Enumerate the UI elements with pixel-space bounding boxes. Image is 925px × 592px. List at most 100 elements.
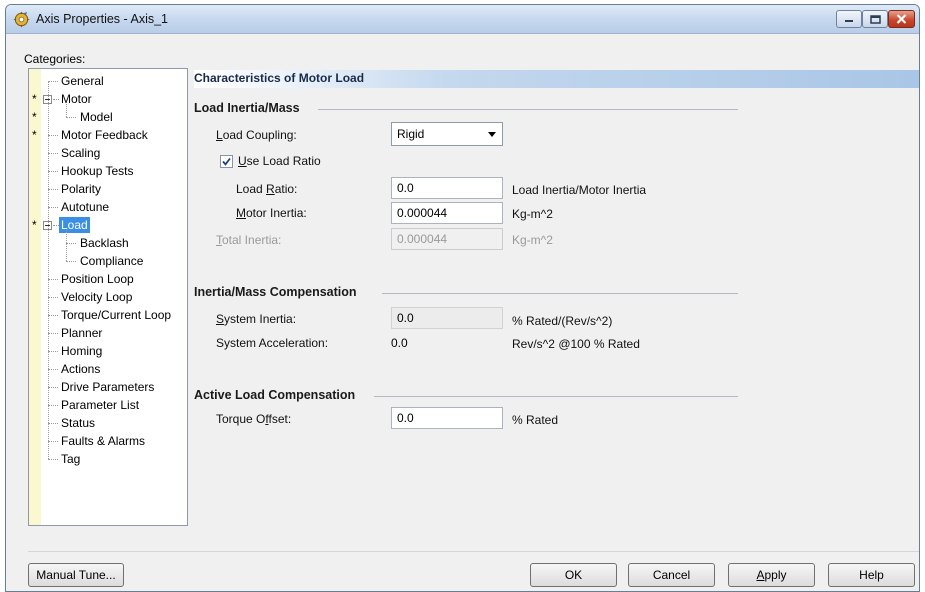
tree-item-torque-current-loop[interactable]: Torque/Current Loop bbox=[29, 306, 187, 324]
tree-item-autotune[interactable]: Autotune bbox=[29, 198, 187, 216]
load-coupling-label: Load Coupling: bbox=[216, 128, 297, 142]
panel-header-title: Characteristics of Motor Load bbox=[194, 71, 365, 85]
ok-button[interactable]: OK bbox=[530, 563, 617, 587]
tree-item-label: Backlash bbox=[80, 236, 129, 250]
required-marker: * bbox=[32, 218, 37, 232]
active-load-divider bbox=[374, 396, 738, 397]
tree-item-general[interactable]: General bbox=[29, 72, 187, 90]
tree-item-drive-parameters[interactable]: Drive Parameters bbox=[29, 378, 187, 396]
tree-item-tag[interactable]: Tag bbox=[29, 450, 187, 468]
manual-tune-button[interactable]: Manual Tune... bbox=[28, 563, 124, 587]
tree-connector bbox=[48, 153, 58, 154]
tree-branch-line bbox=[66, 104, 67, 117]
tree-item-motor[interactable]: * Motor bbox=[29, 90, 187, 108]
system-acceleration-value: 0.0 bbox=[391, 336, 408, 350]
total-inertia-unit: Kg-m^2 bbox=[512, 233, 553, 247]
tree-connector bbox=[48, 423, 58, 424]
panel-header: Characteristics of Motor Load bbox=[194, 70, 919, 88]
tree-item-label: Homing bbox=[61, 344, 103, 358]
tree-item-backlash[interactable]: Backlash bbox=[29, 234, 187, 252]
tree-item-label: Status bbox=[61, 416, 96, 430]
tree-item-motor-feedback[interactable]: * Motor Feedback bbox=[29, 126, 187, 144]
torque-offset-label: Torque Offset: bbox=[216, 412, 292, 426]
tree-connector bbox=[48, 459, 58, 460]
cancel-button[interactable]: Cancel bbox=[628, 563, 715, 587]
tree-item-compliance[interactable]: Compliance bbox=[29, 252, 187, 270]
tree-item-polarity[interactable]: Polarity bbox=[29, 180, 187, 198]
tree-item-label: Scaling bbox=[61, 146, 101, 160]
minimize-button[interactable] bbox=[836, 10, 862, 28]
motor-inertia-unit: Kg-m^2 bbox=[512, 207, 553, 221]
tree-item-scaling[interactable]: Scaling bbox=[29, 144, 187, 162]
system-inertia-label: System Inertia: bbox=[216, 312, 297, 326]
torque-offset-input[interactable]: 0.0 bbox=[391, 407, 503, 429]
required-marker: * bbox=[32, 92, 37, 106]
total-inertia-label: Total Inertia: bbox=[216, 233, 282, 247]
system-acceleration-label: System Acceleration: bbox=[216, 336, 329, 350]
load-ratio-unit: Load Inertia/Motor Inertia bbox=[512, 183, 647, 197]
tree-item-label: Planner bbox=[61, 326, 103, 340]
tree-item-label: Load bbox=[59, 217, 90, 233]
tree-connector bbox=[48, 315, 58, 316]
system-acceleration-unit: Rev/s^2 @100 % Rated bbox=[512, 337, 640, 351]
close-button[interactable] bbox=[888, 10, 915, 28]
help-button[interactable]: Help bbox=[828, 563, 915, 587]
system-inertia-unit: % Rated/(Rev/s^2) bbox=[512, 314, 613, 328]
minimize-icon bbox=[845, 20, 853, 22]
categories-label: Categories: bbox=[24, 52, 86, 66]
tree-item-faults-alarms[interactable]: Faults & Alarms bbox=[29, 432, 187, 450]
maximize-icon bbox=[869, 14, 881, 24]
tree-item-label: Position Loop bbox=[61, 272, 134, 286]
tree-connector bbox=[48, 441, 58, 442]
tree-item-label: Drive Parameters bbox=[61, 380, 155, 394]
tree-connector bbox=[48, 171, 58, 172]
load-coupling-value: Rigid bbox=[397, 127, 425, 141]
required-marker: * bbox=[32, 110, 37, 124]
tree-connector bbox=[48, 135, 58, 136]
maximize-button[interactable] bbox=[862, 10, 888, 28]
tree-item-load[interactable]: * Load bbox=[29, 216, 187, 234]
tree-item-label: General bbox=[61, 74, 104, 88]
load-coupling-select[interactable]: Rigid bbox=[391, 122, 503, 146]
tree-item-label: Parameter List bbox=[61, 398, 140, 412]
tree-connector bbox=[66, 117, 76, 118]
categories-tree[interactable]: General * Motor * Model * Motor Feedback Scalin… bbox=[28, 68, 188, 526]
motor-inertia-input[interactable]: 0.000044 bbox=[391, 202, 503, 224]
close-icon bbox=[896, 14, 907, 24]
tree-item-homing[interactable]: Homing bbox=[29, 342, 187, 360]
tree-trunk-line bbox=[48, 81, 49, 459]
system-inertia-field: 0.0 bbox=[391, 307, 503, 329]
motor-inertia-label: Motor Inertia: bbox=[236, 206, 307, 220]
chevron-down-icon bbox=[488, 132, 496, 137]
apply-button[interactable]: Apply bbox=[728, 563, 815, 587]
tree-connector bbox=[48, 297, 58, 298]
use-load-ratio-checkbox[interactable] bbox=[220, 155, 233, 168]
use-load-ratio-label: Use Load Ratio bbox=[238, 154, 321, 168]
tree-item-label: Faults & Alarms bbox=[61, 434, 146, 448]
tree-connector bbox=[48, 351, 58, 352]
tree-item-velocity-loop[interactable]: Velocity Loop bbox=[29, 288, 187, 306]
load-inertia-section-title: Load Inertia/Mass bbox=[194, 101, 300, 115]
footer-divider bbox=[28, 551, 919, 552]
tree-connector bbox=[66, 261, 76, 262]
compensation-section-title: Inertia/Mass Compensation bbox=[194, 285, 357, 299]
load-ratio-input[interactable]: 0.0 bbox=[391, 177, 503, 199]
tree-item-parameter-list[interactable]: Parameter List bbox=[29, 396, 187, 414]
tree-item-actions[interactable]: Actions bbox=[29, 360, 187, 378]
tree-connector bbox=[48, 369, 58, 370]
tree-item-model[interactable]: * Model bbox=[29, 108, 187, 126]
active-load-section-title: Active Load Compensation bbox=[194, 388, 356, 402]
tree-item-position-loop[interactable]: Position Loop bbox=[29, 270, 187, 288]
load-inertia-divider bbox=[318, 109, 738, 110]
tree-item-planner[interactable]: Planner bbox=[29, 324, 187, 342]
title-bar: Axis Properties - Axis_1 bbox=[6, 5, 919, 34]
load-ratio-label: Load Ratio: bbox=[236, 182, 298, 196]
tree-connector bbox=[48, 333, 58, 334]
tree-branch-line bbox=[66, 230, 67, 261]
window-title: Axis Properties - Axis_1 bbox=[36, 12, 168, 26]
axis-gear-icon bbox=[13, 11, 30, 28]
tree-item-hookup-tests[interactable]: Hookup Tests bbox=[29, 162, 187, 180]
required-marker: * bbox=[32, 128, 37, 142]
tree-item-status[interactable]: Status bbox=[29, 414, 187, 432]
axis-properties-dialog: Axis Properties - Axis_1 Categories: Gen… bbox=[5, 4, 920, 592]
